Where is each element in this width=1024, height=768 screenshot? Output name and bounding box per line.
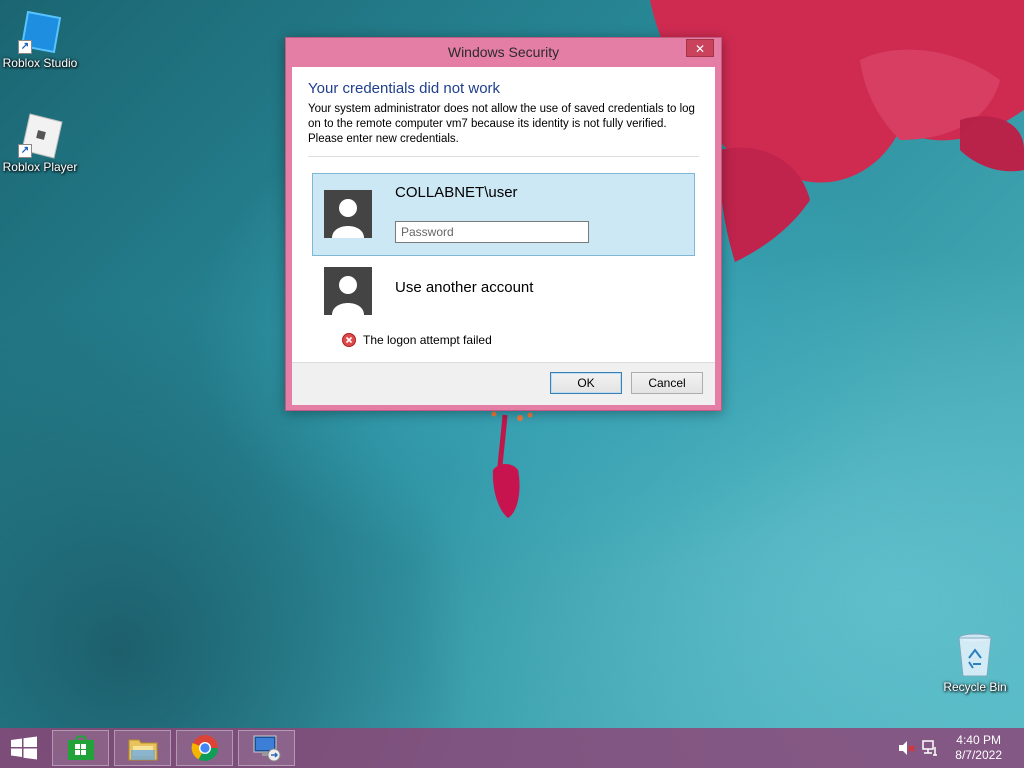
- volume-muted-icon[interactable]: [897, 740, 915, 756]
- clock-time: 4:40 PM: [956, 733, 1001, 747]
- chrome-icon: [191, 735, 218, 762]
- cancel-button[interactable]: Cancel: [631, 372, 703, 394]
- start-button[interactable]: [0, 728, 48, 768]
- dialog-footer: OK Cancel: [292, 362, 715, 405]
- dialog-content: Your credentials did not work Your syste…: [292, 67, 715, 405]
- clock-date: 8/7/2022: [955, 748, 1002, 762]
- password-input[interactable]: [395, 221, 589, 243]
- shortcut-arrow-icon: ↗: [18, 144, 32, 158]
- taskbar-chrome[interactable]: [176, 730, 233, 766]
- remote-desktop-icon: [253, 735, 280, 762]
- taskbar-remote-desktop[interactable]: [238, 730, 295, 766]
- account-name: COLLABNET\user: [395, 184, 518, 201]
- error-text: The logon attempt failed: [363, 333, 492, 347]
- windows-security-dialog: Windows Security ✕ Your credentials did …: [285, 37, 722, 411]
- close-icon: ✕: [694, 42, 706, 56]
- error-message: The logon attempt failed: [342, 333, 492, 347]
- ok-button[interactable]: OK: [550, 372, 622, 394]
- close-button[interactable]: ✕: [686, 39, 714, 57]
- dialog-title: Windows Security: [447, 44, 560, 60]
- user-avatar-icon: [324, 190, 372, 238]
- dialog-titlebar[interactable]: Windows Security ✕: [286, 38, 721, 66]
- credential-tile-other-account[interactable]: Use another account: [312, 263, 695, 323]
- dialog-heading: Your credentials did not work: [308, 80, 501, 97]
- credential-tile-selected[interactable]: COLLABNET\user: [312, 173, 695, 256]
- network-icon[interactable]: [921, 739, 939, 757]
- folder-icon: [128, 739, 157, 761]
- recycle-bin-icon: [958, 633, 992, 677]
- taskbar-file-explorer[interactable]: [114, 730, 171, 766]
- clock[interactable]: 4:40 PM 8/7/2022: [955, 733, 1002, 763]
- desktop-icon-roblox-player[interactable]: ↗ Roblox Player: [0, 112, 80, 174]
- shortcut-arrow-icon: ↗: [18, 40, 32, 54]
- desktop-icon-label: Roblox Player: [2, 160, 78, 174]
- desktop-icon-roblox-studio[interactable]: ↗ Roblox Studio: [0, 8, 80, 70]
- taskbar: 4:40 PM 8/7/2022: [0, 728, 1024, 768]
- other-account-label: Use another account: [395, 279, 534, 296]
- dialog-description: Your system administrator does not allow…: [308, 103, 695, 145]
- desktop-icon-label: Roblox Studio: [2, 56, 78, 70]
- divider: [308, 156, 699, 157]
- store-icon: [67, 735, 94, 760]
- desktop-icon-recycle-bin[interactable]: Recycle Bin: [935, 632, 1015, 694]
- system-tray: [895, 728, 955, 768]
- user-avatar-icon: [324, 267, 372, 315]
- taskbar-windows-store[interactable]: [52, 730, 109, 766]
- desktop-icon-label: Recycle Bin: [943, 680, 1007, 694]
- windows-logo-icon: [11, 736, 37, 760]
- error-icon: [342, 333, 356, 347]
